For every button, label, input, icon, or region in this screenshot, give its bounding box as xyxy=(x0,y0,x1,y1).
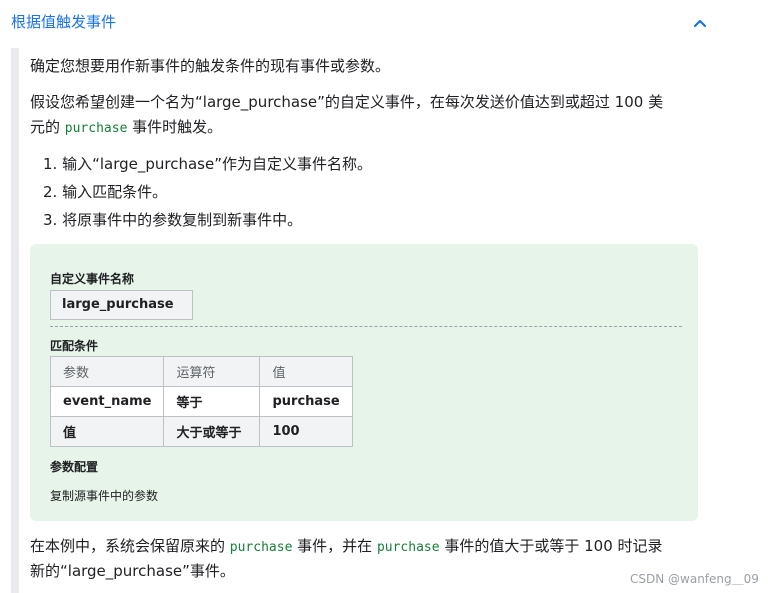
table-header-cell: 值 xyxy=(259,356,353,387)
table-cell: 值 xyxy=(49,416,165,447)
table-cell: purchase xyxy=(259,386,353,417)
table-cell: 100 xyxy=(259,416,353,447)
example-text-prefix: 元的 xyxy=(30,118,65,136)
table-cell: 等于 xyxy=(163,386,261,417)
conclusion-text: 在本例中，系统会保留原来的 xyxy=(30,537,230,555)
watermark: CSDN @wanfeng＿09 xyxy=(630,572,759,586)
example-text-suffix: 事件时触发。 xyxy=(127,118,223,136)
step-item: 1. 输入“large_purchase”作为自定义事件名称。 xyxy=(43,155,372,173)
table-cell: 大于或等于 xyxy=(163,416,261,447)
event-name-field: large_purchase xyxy=(50,290,193,320)
divider xyxy=(50,326,682,327)
table-row: event_name 等于 purchase xyxy=(49,386,353,417)
conclusion-text: 事件，并在 xyxy=(292,537,377,555)
example-config-panel: 自定义事件名称 large_purchase 匹配条件 参数 运算符 值 eve… xyxy=(30,244,698,521)
table-header-cell: 运算符 xyxy=(163,356,261,387)
table-header-row: 参数 运算符 值 xyxy=(49,356,353,387)
purchase-code: purchase xyxy=(64,121,128,136)
conclusion-text: 事件的值大于或等于 100 时记录 xyxy=(439,537,663,555)
event-name-label: 自定义事件名称 xyxy=(50,272,135,286)
chevron-up-icon[interactable] xyxy=(690,13,710,33)
step-item: 3. 将原事件中的参数复制到新事件中。 xyxy=(43,211,303,229)
param-config-label: 参数配置 xyxy=(50,460,99,474)
step-item: 2. 输入匹配条件。 xyxy=(43,183,168,201)
page: 根据值触发事件 确定您想要用作新事件的触发条件的现有事件或参数。 假设您希望创建… xyxy=(0,0,768,593)
section-title[interactable]: 根据值触发事件 xyxy=(11,11,116,32)
conclusion-paragraph-line1: 在本例中，系统会保留原来的 purchase 事件，并在 purchase 事件… xyxy=(30,534,663,560)
content-left-border xyxy=(11,48,19,593)
intro-paragraph: 确定您想要用作新事件的触发条件的现有事件或参数。 xyxy=(30,57,391,75)
table-header-cell: 参数 xyxy=(49,356,165,387)
table-cell: event_name xyxy=(49,386,165,417)
conclusion-paragraph-line2: 新的“large_purchase”事件。 xyxy=(30,562,235,580)
conditions-label: 匹配条件 xyxy=(50,339,99,353)
section-header[interactable]: 根据值触发事件 xyxy=(0,0,768,44)
purchase-code: purchase xyxy=(376,540,440,555)
example-paragraph-line1: 假设您希望创建一个名为“large_purchase”的自定义事件，在每次发送价… xyxy=(30,93,664,111)
purchase-code: purchase xyxy=(229,540,293,555)
steps-list: 1. 输入“large_purchase”作为自定义事件名称。 2. 输入匹配条… xyxy=(43,150,372,234)
table-row: 值 大于或等于 100 xyxy=(49,416,353,447)
example-paragraph-line2: 元的 purchase 事件时触发。 xyxy=(30,115,222,141)
param-config-value: 复制源事件中的参数 xyxy=(50,489,159,503)
conditions-table: 参数 运算符 值 event_name 等于 purchase 值 大于或等于 … xyxy=(49,356,353,447)
